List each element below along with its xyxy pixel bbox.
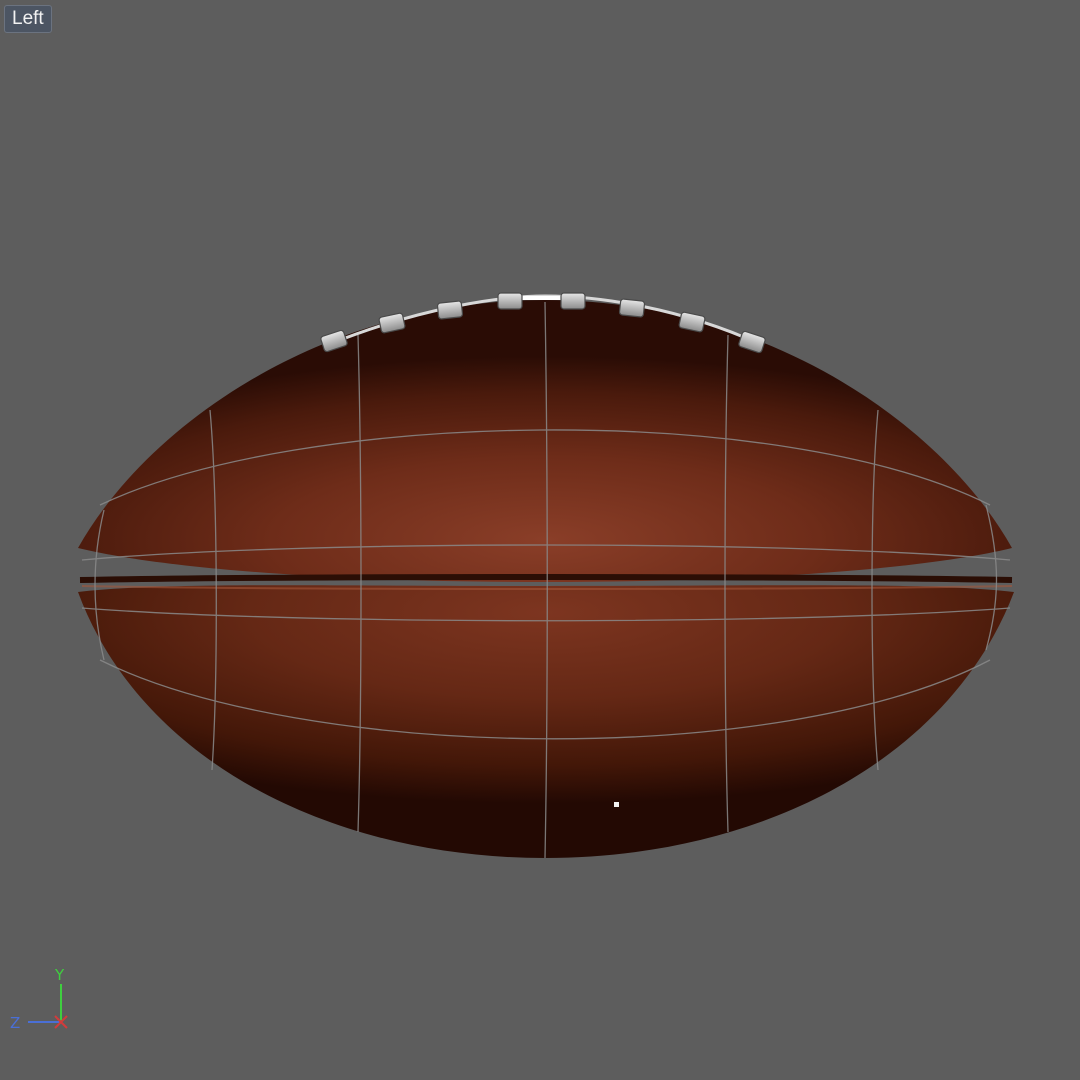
view-label-button[interactable]: Left <box>4 5 52 33</box>
vertex-marker[interactable] <box>614 802 619 807</box>
viewport-scene[interactable]: Y Z <box>0 0 1080 1080</box>
y-axis-label: Y <box>54 966 65 984</box>
z-axis-label: Z <box>10 1014 20 1032</box>
axis-gizmo: Y Z <box>10 966 68 1032</box>
3d-viewport[interactable]: Y Z Left <box>0 0 1080 1080</box>
